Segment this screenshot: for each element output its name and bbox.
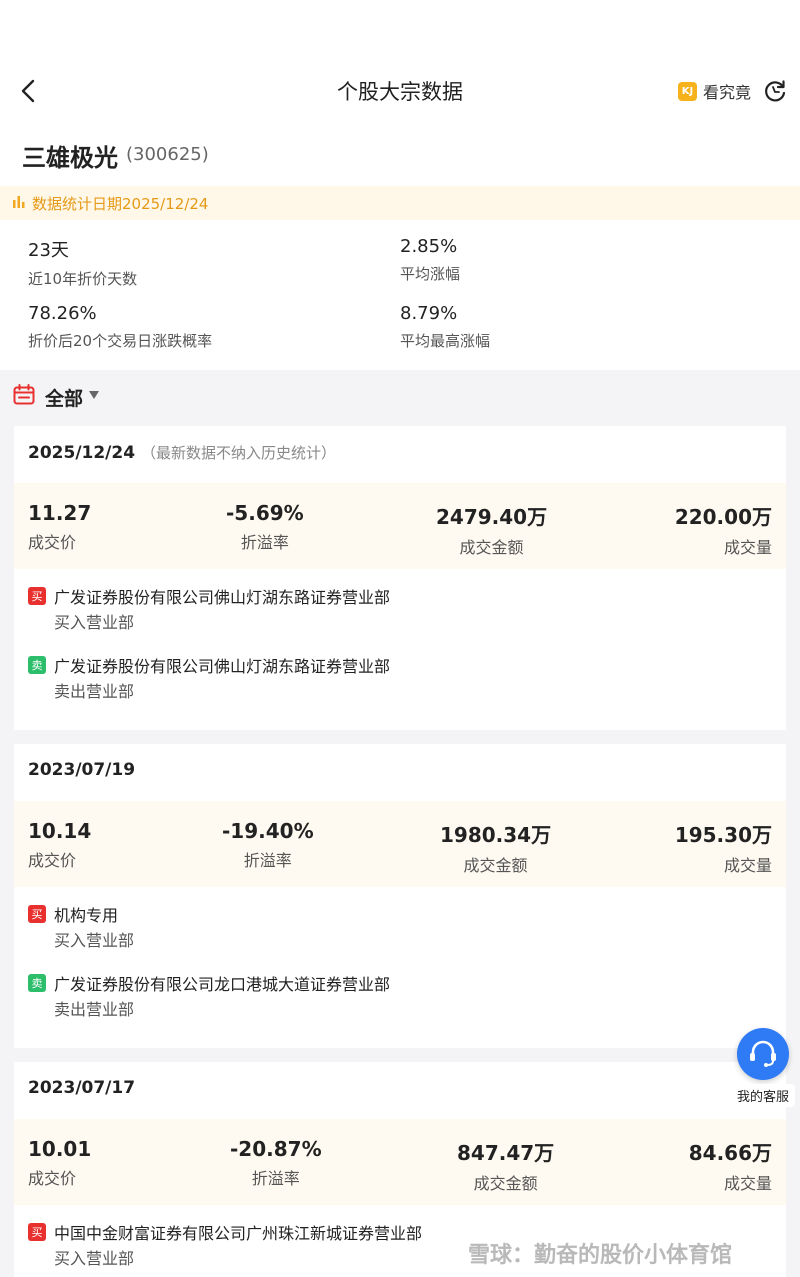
filter-label: 全部	[45, 388, 84, 410]
metric-premium: -5.69% 折溢率	[226, 501, 304, 552]
metric-volume: 220.00万 成交量	[674, 505, 772, 557]
sell-tag-icon: 卖	[28, 656, 46, 674]
trade-date: 2023/07/19	[28, 760, 136, 780]
buy-tag-icon: 买	[28, 1223, 46, 1241]
buyer-name: 机构专用	[54, 906, 119, 925]
refresh-icon[interactable]	[762, 78, 788, 104]
metric-amount: 847.47万 成交金额	[457, 1141, 555, 1193]
kanjiujing-button[interactable]: KJ 看究竟	[678, 79, 751, 103]
customer-service-label: 我的客服	[731, 1084, 795, 1107]
calendar-icon	[13, 384, 35, 405]
stat-label: 近10年折价天数	[28, 270, 138, 288]
trade-metrics: 10.01 成交价 -20.87% 折溢率 847.47万 成交金额 84.66…	[14, 1119, 786, 1205]
customer-service-button[interactable]: 我的客服	[731, 1028, 795, 1107]
buyer-name: 广发证券股份有限公司佛山灯湖东路证券营业部	[54, 588, 391, 607]
stock-name: 三雄极光	[22, 144, 118, 172]
metric-volume: 195.30万 成交量	[674, 823, 772, 875]
date-filter[interactable]: 全部	[0, 372, 800, 418]
seller-name: 广发证券股份有限公司佛山灯湖东路证券营业部	[54, 657, 391, 676]
metric-premium: -20.87% 折溢率	[230, 1137, 322, 1188]
stat-avg-max-gain: 8.79% 平均最高涨幅	[400, 303, 490, 351]
stat-avg-gain: 2.85% 平均涨幅	[400, 236, 460, 284]
bar-chart-icon	[13, 196, 25, 208]
stats-panel: 23天 近10年折价天数 2.85% 平均涨幅 78.26% 折价后20个交易日…	[0, 220, 800, 370]
stat-label: 折价后20个交易日涨跌概率	[28, 332, 213, 350]
seller-role: 卖出营业部	[54, 682, 135, 701]
trade-note: （最新数据不纳入历史统计）	[141, 444, 337, 462]
stat-label: 平均涨幅	[400, 265, 461, 283]
stat-date-text: 数据统计日期2025/12/24	[32, 195, 209, 213]
stat-value: 23天	[28, 240, 69, 261]
kanjiujing-label: 看究竟	[703, 83, 752, 102]
seller-role: 卖出营业部	[54, 1000, 135, 1019]
stat-value: 78.26%	[28, 303, 97, 324]
buyer-role: 买入营业部	[54, 931, 135, 950]
top-bar: 个股大宗数据 KJ 看究竟	[0, 0, 800, 128]
stat-value: 2.85%	[400, 236, 458, 257]
kanjiujing-logo-icon: KJ	[678, 81, 697, 101]
seller-name: 广发证券股份有限公司龙口港城大道证券营业部	[54, 975, 391, 994]
headset-icon	[737, 1028, 789, 1080]
metric-volume: 84.66万 成交量	[688, 1141, 772, 1193]
stat-date-bar: 数据统计日期2025/12/24	[0, 186, 800, 220]
stock-code: (300625)	[126, 144, 209, 165]
trade-metrics: 10.14 成交价 -19.40% 折溢率 1980.34万 成交金额 195.…	[14, 801, 786, 887]
trade-date: 2023/07/17	[28, 1078, 136, 1098]
stat-value: 8.79%	[400, 303, 458, 324]
stat-rise-probability: 78.26% 折价后20个交易日涨跌概率	[28, 303, 212, 351]
buyer-role: 买入营业部	[54, 1249, 135, 1268]
metric-premium: -19.40% 折溢率	[222, 819, 314, 870]
sell-tag-icon: 卖	[28, 974, 46, 992]
metric-price: 10.14 成交价	[28, 819, 92, 870]
stat-discount-days: 23天 近10年折价天数	[28, 236, 137, 289]
buy-tag-icon: 买	[28, 905, 46, 923]
stat-label: 平均最高涨幅	[400, 332, 491, 350]
metric-amount: 2479.40万 成交金额	[436, 505, 548, 557]
metric-price: 10.01 成交价	[28, 1137, 92, 1188]
buyer-name: 中国中金财富证券有限公司广州珠江新城证券营业部	[54, 1224, 423, 1243]
chevron-down-icon	[89, 391, 99, 399]
trade-metrics: 11.27 成交价 -5.69% 折溢率 2479.40万 成交金额 220.0…	[14, 483, 786, 569]
trade-date: 2025/12/24 （最新数据不纳入历史统计）	[28, 443, 337, 463]
metric-amount: 1980.34万 成交金额	[440, 823, 552, 875]
metric-price: 11.27 成交价	[28, 501, 92, 552]
buy-tag-icon: 买	[28, 587, 46, 605]
watermark: 雪球：勤奋的股价小体育馆	[468, 1243, 733, 1268]
trade-card[interactable]: 2023/07/19 10.14 成交价 -19.40% 折溢率 1980.34…	[14, 744, 786, 1048]
buyer-role: 买入营业部	[54, 613, 135, 632]
stock-header: 三雄极光 (300625)	[0, 128, 800, 186]
trade-card[interactable]: 2025/12/24 （最新数据不纳入历史统计） 11.27 成交价 -5.69%…	[14, 426, 786, 730]
